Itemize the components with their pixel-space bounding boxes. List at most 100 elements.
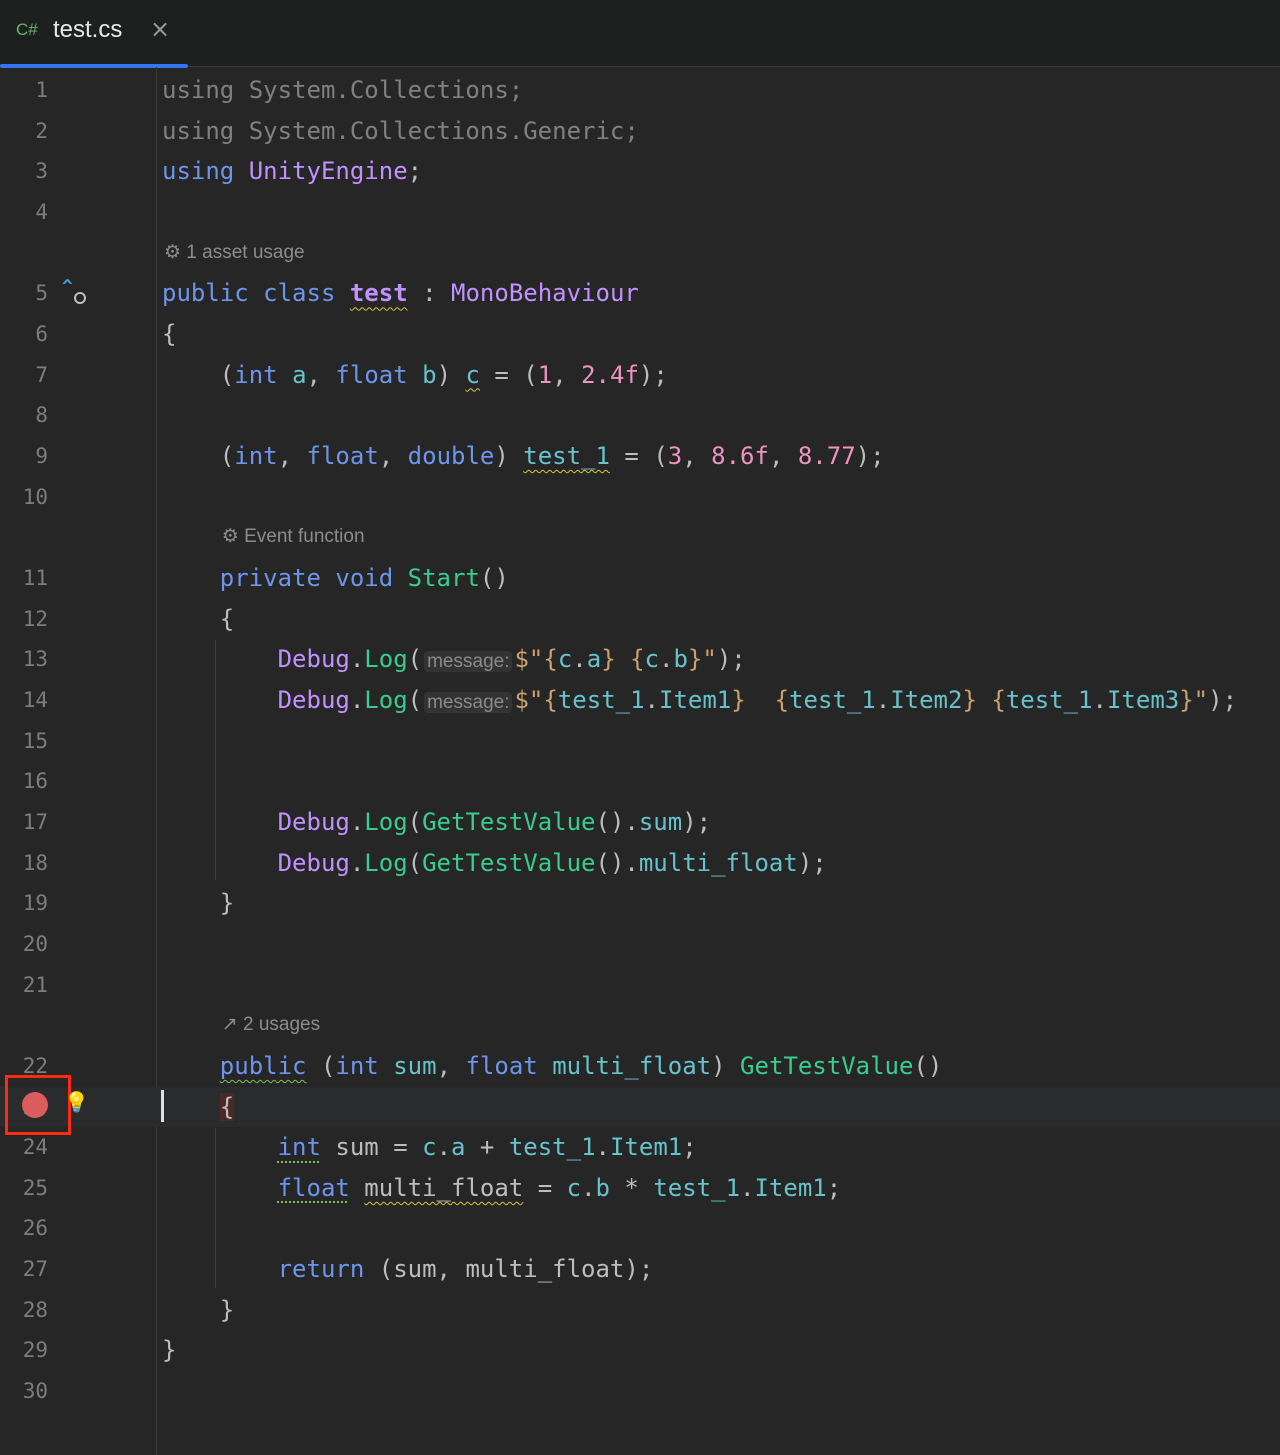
- code-text[interactable]: return (sum, multi_float);: [162, 1249, 654, 1290]
- code-vision-hint[interactable]: ↗ 2 usages: [222, 1005, 320, 1046]
- line-number[interactable]: 14: [0, 680, 48, 721]
- line-number[interactable]: 26: [0, 1208, 48, 1249]
- line-number[interactable]: 18: [0, 843, 48, 884]
- line-number[interactable]: 16: [0, 761, 48, 802]
- close-tab-icon[interactable]: ×: [150, 15, 170, 43]
- code-text[interactable]: }: [162, 1290, 234, 1331]
- code-token: = (: [609, 441, 668, 470]
- line-number[interactable]: 3: [0, 151, 48, 192]
- line-number[interactable]: 2: [0, 111, 48, 152]
- code-text[interactable]: (int, float, double) test_1 = (3, 8.6f, …: [162, 436, 885, 477]
- code-token: .: [349, 645, 365, 674]
- code-text[interactable]: Debug.Log(message: $"{c.a} {c.b}");: [162, 639, 746, 680]
- line-number[interactable]: 12: [0, 599, 48, 640]
- line-number[interactable]: 13: [0, 639, 48, 680]
- code-token: float: [335, 360, 408, 389]
- code-token: );: [638, 360, 668, 389]
- line-number[interactable]: 25: [0, 1168, 48, 1209]
- code-line: 21: [0, 965, 1280, 1006]
- line-number[interactable]: 28: [0, 1290, 48, 1331]
- line-number[interactable]: 20: [0, 924, 48, 965]
- code-token: public: [219, 1051, 307, 1080]
- code-line: 16: [0, 761, 1280, 802]
- code-token: .: [875, 685, 891, 714]
- code-text[interactable]: {: [162, 314, 176, 355]
- code-token: c: [566, 1173, 582, 1202]
- code-token: test_1: [1005, 685, 1093, 714]
- code-line: 11 private void Start(): [0, 558, 1280, 599]
- line-number[interactable]: 8: [0, 395, 48, 436]
- line-number[interactable]: 29: [0, 1330, 48, 1371]
- code-token: sum =: [320, 1133, 423, 1162]
- line-number[interactable]: 30: [0, 1371, 48, 1412]
- code-text[interactable]: Debug.Log(message: $"{test_1.Item1} {test…: [162, 680, 1237, 721]
- code-text[interactable]: }: [162, 1330, 176, 1371]
- code-token: .: [659, 645, 674, 674]
- code-text[interactable]: public (int sum, float multi_float) GetT…: [162, 1046, 943, 1087]
- code-token: b: [595, 1173, 610, 1202]
- line-number[interactable]: 6: [0, 314, 48, 355]
- code-text[interactable]: Debug.Log(GetTestValue().multi_float);: [162, 843, 827, 884]
- code-token: ,: [552, 360, 582, 389]
- code-token: (: [306, 1051, 336, 1080]
- code-text[interactable]: using UnityEngine;: [162, 151, 422, 192]
- breakpoint-icon[interactable]: [22, 1092, 48, 1118]
- code-token: multi_float: [638, 848, 798, 877]
- code-text[interactable]: {: [162, 1087, 235, 1128]
- code-line: 14 Debug.Log(message: $"{test_1.Item1} {t…: [0, 680, 1280, 721]
- unity-class-icon[interactable]: [74, 292, 86, 304]
- code-text[interactable]: private void Start(): [162, 558, 509, 599]
- code-line: 3 using UnityEngine;: [0, 151, 1280, 192]
- code-token: Debug: [277, 685, 350, 714]
- lightbulb-icon[interactable]: 💡: [64, 1090, 89, 1114]
- implements-icon[interactable]: ^: [62, 276, 73, 297]
- code-vision-hint[interactable]: ⚙ Event function: [222, 517, 365, 558]
- code-token: .: [349, 807, 365, 836]
- line-number[interactable]: 21: [0, 965, 48, 1006]
- code-text[interactable]: using System.Collections.Generic;: [162, 111, 639, 152]
- code-token: (): [913, 1051, 943, 1080]
- line-number[interactable]: 5: [0, 273, 48, 314]
- line-number[interactable]: 10: [0, 477, 48, 518]
- code-token: Item2: [890, 685, 963, 714]
- code-text[interactable]: float multi_float = c.b * test_1.Item1;: [162, 1168, 842, 1209]
- code-token: GetTestValue: [740, 1051, 914, 1080]
- line-number[interactable]: 15: [0, 721, 48, 762]
- code-token: test_1: [557, 685, 645, 714]
- code-token: a: [451, 1133, 466, 1162]
- line-number[interactable]: 27: [0, 1249, 48, 1290]
- code-token: ,: [378, 441, 408, 470]
- code-text[interactable]: public class test : MonoBehaviour: [162, 273, 639, 314]
- code-token: {: [162, 604, 235, 633]
- code-token: .: [349, 685, 365, 714]
- code-vision-hint[interactable]: ⚙ 1 asset usage: [164, 233, 305, 274]
- code-token: {: [219, 1092, 235, 1121]
- line-number[interactable]: 7: [0, 355, 48, 396]
- code-text[interactable]: (int a, float b) c = (1, 2.4f);: [162, 355, 668, 396]
- code-text[interactable]: }: [162, 883, 234, 924]
- code-token: test: [349, 279, 408, 308]
- code-text[interactable]: int sum = c.a + test_1.Item1;: [162, 1127, 697, 1168]
- line-number[interactable]: 1: [0, 70, 48, 111]
- line-number[interactable]: 4: [0, 192, 48, 233]
- code-text[interactable]: Debug.Log(GetTestValue().sum);: [162, 802, 712, 843]
- code-token: GetTestValue: [422, 848, 596, 877]
- code-line: 2 using System.Collections.Generic;: [0, 111, 1280, 152]
- code-text[interactable]: using System.Collections;: [162, 70, 523, 111]
- line-number[interactable]: 17: [0, 802, 48, 843]
- line-number[interactable]: 11: [0, 558, 48, 599]
- tab-test-cs[interactable]: C# test.cs ×: [0, 0, 188, 68]
- line-number[interactable]: 9: [0, 436, 48, 477]
- code-text[interactable]: {: [162, 599, 234, 640]
- editor-tab-bar: C# test.cs ×: [0, 0, 1280, 68]
- line-number[interactable]: 19: [0, 883, 48, 924]
- text-caret: [161, 1090, 164, 1122]
